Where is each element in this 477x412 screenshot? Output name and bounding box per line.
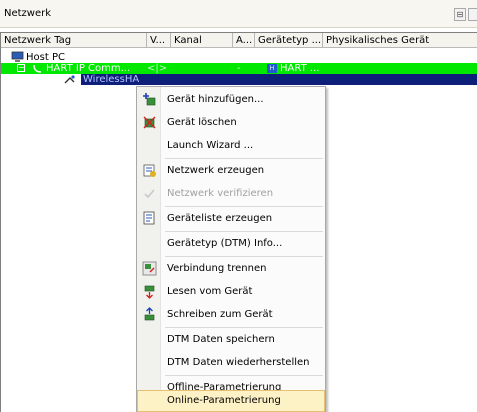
- context-menu: Gerät hinzufügen... Gerät löschen Launch…: [136, 86, 326, 412]
- pin-button[interactable]: ⊟: [454, 8, 466, 21]
- menu-separator: [165, 158, 323, 159]
- wireless-device-icon: [64, 75, 75, 84]
- menu-item-disconnect[interactable]: Verbindung trennen: [137, 258, 325, 280]
- col-kanal[interactable]: Kanal: [171, 33, 233, 48]
- menu-separator: [165, 231, 323, 232]
- menu-separator: [165, 256, 323, 257]
- close-button[interactable]: [468, 8, 477, 21]
- verify-network-icon: [144, 189, 155, 199]
- connection-icon: [33, 64, 42, 73]
- menu-item-create-network[interactable]: Netzwerk erzeugen: [137, 160, 325, 182]
- menu-item-delete-device[interactable]: Gerät löschen: [137, 112, 325, 134]
- delete-device-icon: [143, 116, 156, 129]
- device-type: HART ...: [280, 63, 320, 74]
- tree-label: Host PC: [26, 52, 65, 63]
- menu-separator: [165, 327, 323, 328]
- dash-value: -: [237, 63, 241, 74]
- channel-marker: <|>: [147, 63, 168, 74]
- menu-item-device-type-info[interactable]: Gerätetyp (DTM) Info...: [137, 233, 325, 255]
- col-a[interactable]: A...: [233, 33, 255, 48]
- menu-separator: [165, 206, 323, 207]
- menu-item-add-device[interactable]: Gerät hinzufügen...: [137, 89, 325, 111]
- menu-item-online-parameterization[interactable]: Online-Parametrierung: [137, 390, 325, 412]
- hart-device-icon: H: [267, 64, 277, 73]
- tree-row-wireless[interactable]: WirelessHA: [1, 74, 477, 85]
- col-v[interactable]: V...: [147, 33, 171, 48]
- menu-separator: [165, 375, 323, 376]
- menu-item-read-from-device[interactable]: Lesen vom Gerät: [137, 281, 325, 303]
- col-netzwerk-tag[interactable]: Netzwerk Tag: [1, 33, 147, 48]
- computer-icon: [11, 51, 24, 62]
- menu-item-verify-network[interactable]: Netzwerk verifizieren: [137, 183, 325, 205]
- column-header: Netzwerk Tag V... Kanal A... Gerätetyp .…: [1, 33, 477, 48]
- col-geraetetyp[interactable]: Gerätetyp ...: [255, 33, 323, 48]
- app-window: Netzwerk ⊟ Netzwerk Tag V... Kanal A... …: [0, 0, 477, 412]
- disconnect-icon: [142, 261, 157, 276]
- device-list-icon: [143, 211, 155, 225]
- panel-titlebar: Netzwerk ⊟: [0, 0, 477, 28]
- menu-item-write-to-device[interactable]: Schreiben zum Gerät: [137, 304, 325, 326]
- create-network-icon: [143, 164, 156, 177]
- add-device-icon: [143, 93, 156, 106]
- menu-item-restore-dtm-data[interactable]: DTM Daten wiederherstellen: [137, 352, 325, 374]
- menu-item-device-list[interactable]: Geräteliste erzeugen: [137, 208, 325, 230]
- menu-item-save-dtm-data[interactable]: DTM Daten speichern: [137, 329, 325, 351]
- read-from-device-icon: [144, 285, 155, 299]
- tree-label: WirelessHA: [83, 74, 140, 85]
- panel-title: Netzwerk: [4, 8, 52, 19]
- tree-row-hart-ip[interactable]: − HART IP Comm... <|> - H HART ...: [1, 63, 477, 74]
- tree-row-host-pc[interactable]: Host PC: [1, 51, 477, 63]
- collapse-icon[interactable]: −: [17, 64, 25, 72]
- tree-label: HART IP Comm...: [46, 63, 131, 74]
- col-physikalisches-geraet[interactable]: Physikalisches Gerät: [323, 33, 477, 48]
- selection-highlight: [81, 74, 477, 85]
- write-to-device-icon: [144, 307, 155, 321]
- menu-item-launch-wizard[interactable]: Launch Wizard ...: [137, 135, 325, 157]
